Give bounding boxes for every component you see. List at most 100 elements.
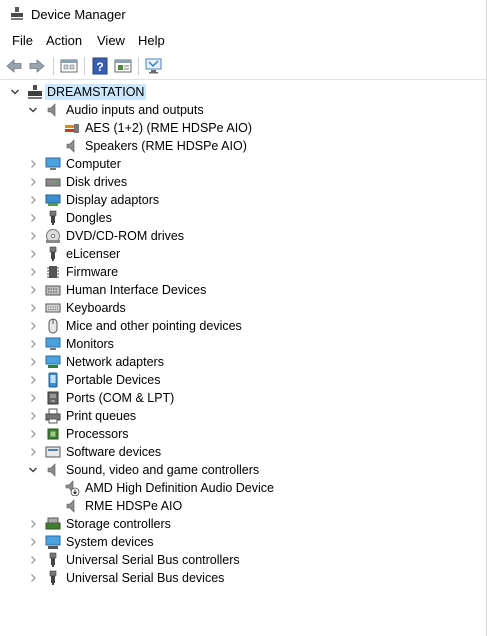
tree-root-row[interactable]: DREAMSTATION [0, 83, 470, 101]
monitor-icon [45, 337, 61, 350]
chevron-right-icon[interactable] [27, 266, 39, 278]
chevron-down-icon[interactable] [27, 464, 39, 476]
usb-plug-icon [49, 552, 57, 567]
tree-category-label: Firmware [66, 265, 119, 279]
tree-category-label: Network adapters [66, 355, 164, 369]
firmware-chip-icon [47, 266, 59, 278]
tree-category-label: Print queues [66, 409, 137, 423]
properties-icon[interactable] [59, 56, 79, 76]
tree-category-row[interactable]: Universal Serial Bus devices [0, 569, 470, 587]
scan-hardware-icon[interactable] [144, 56, 164, 76]
chevron-right-icon[interactable] [27, 446, 39, 458]
menu-view[interactable]: View [96, 33, 126, 48]
tree-device-row[interactable]: AMD High Definition Audio Device [0, 479, 470, 497]
network-adapter-icon [45, 355, 61, 368]
toolbar-separator [84, 57, 85, 75]
tree-device-row[interactable]: RME HDSPe AIO [0, 497, 470, 515]
chevron-right-icon[interactable] [27, 410, 39, 422]
tree-category-row[interactable]: eLicenser [0, 245, 470, 263]
chevron-right-icon[interactable] [27, 392, 39, 404]
tree-category-row[interactable]: Processors [0, 425, 470, 443]
usb-plug-icon [49, 570, 57, 585]
tree-device-row[interactable]: AES (1+2) (RME HDSPe AIO) [0, 119, 470, 137]
chevron-right-icon[interactable] [27, 536, 39, 548]
chevron-right-icon[interactable] [27, 194, 39, 206]
hid-keyboard-icon [45, 285, 61, 296]
menu-help[interactable]: Help [137, 33, 166, 48]
tree-category-row[interactable]: Ports (COM & LPT) [0, 389, 470, 407]
title-bar: Device Manager [0, 0, 487, 30]
toolbar-separator [138, 57, 139, 75]
tree-category-row[interactable]: Disk drives [0, 173, 470, 191]
chevron-right-icon[interactable] [27, 338, 39, 350]
speaker-warning-icon [65, 480, 80, 496]
tree-category-label: System devices [66, 535, 154, 549]
tree-category-label: Universal Serial Bus devices [66, 571, 225, 585]
root-computer-icon [28, 85, 42, 99]
chevron-right-icon[interactable] [27, 302, 39, 314]
tree-category-label: Storage controllers [66, 517, 171, 531]
tree-category-row[interactable]: Firmware [0, 263, 470, 281]
tree-category-row[interactable]: Software devices [0, 443, 470, 461]
tree-category-label: Human Interface Devices [66, 283, 207, 297]
tree-device-label: RME HDSPe AIO [85, 499, 183, 513]
chevron-right-icon[interactable] [27, 320, 39, 332]
tree-category-row[interactable]: Dongles [0, 209, 470, 227]
tree-category-row[interactable]: DVD/CD-ROM drives [0, 227, 470, 245]
computer-icon [45, 157, 61, 170]
tree-category-label: Processors [66, 427, 129, 441]
keyboard-icon [45, 303, 61, 313]
tree-category-row[interactable]: Human Interface Devices [0, 281, 470, 299]
forward-arrow-icon[interactable] [27, 56, 47, 76]
tree-device-label: AES (1+2) (RME HDSPe AIO) [85, 121, 253, 135]
tree-category-row[interactable]: System devices [0, 533, 470, 551]
chevron-right-icon[interactable] [27, 374, 39, 386]
tree-category-label: Universal Serial Bus controllers [66, 553, 240, 567]
tree-category-row[interactable]: Print queues [0, 407, 470, 425]
tree-category-label: Keyboards [66, 301, 126, 315]
chevron-right-icon[interactable] [27, 518, 39, 530]
port-icon [47, 391, 59, 405]
chevron-right-icon[interactable] [27, 248, 39, 260]
chevron-right-icon[interactable] [27, 554, 39, 566]
details-icon[interactable] [113, 56, 133, 76]
toolbar-separator [53, 57, 54, 75]
tree-category-row[interactable]: Network adapters [0, 353, 470, 371]
chevron-right-icon[interactable] [27, 428, 39, 440]
tree-category-label: Sound, video and game controllers [66, 463, 260, 477]
tree-category-row[interactable]: Display adaptors [0, 191, 470, 209]
tree-category-row[interactable]: Portable Devices [0, 371, 470, 389]
tree-category-row[interactable]: Universal Serial Bus controllers [0, 551, 470, 569]
chevron-right-icon[interactable] [27, 176, 39, 188]
help-icon[interactable]: ? [90, 56, 110, 76]
tree-device-row[interactable]: Speakers (RME HDSPe AIO) [0, 137, 470, 155]
chevron-right-icon[interactable] [27, 284, 39, 296]
chevron-right-icon[interactable] [27, 356, 39, 368]
chevron-down-icon[interactable] [9, 86, 21, 98]
tree-category-row[interactable]: Sound, video and game controllers [0, 461, 470, 479]
device-tree[interactable]: DREAMSTATION Audio inputs and outputs AES … [0, 82, 487, 636]
tree-category-label: Mice and other pointing devices [66, 319, 242, 333]
tree-category-label: eLicenser [66, 247, 121, 261]
portable-device-icon [48, 372, 58, 388]
tree-category-row[interactable]: Monitors [0, 335, 470, 353]
toolbar: ? [0, 52, 487, 80]
tree-category-row[interactable]: Mice and other pointing devices [0, 317, 470, 335]
storage-controller-icon [45, 517, 61, 530]
menu-file[interactable]: File [11, 33, 34, 48]
menu-action[interactable]: Action [45, 33, 83, 48]
tree-category-row[interactable]: Keyboards [0, 299, 470, 317]
system-device-icon [45, 535, 61, 549]
chevron-right-icon[interactable] [27, 572, 39, 584]
chevron-down-icon[interactable] [27, 104, 39, 116]
back-arrow-icon[interactable] [4, 56, 24, 76]
tree-category-row[interactable]: Audio inputs and outputs [0, 101, 470, 119]
tree-category-row[interactable]: Storage controllers [0, 515, 470, 533]
chevron-right-icon[interactable] [27, 212, 39, 224]
tree-category-row[interactable]: Computer [0, 155, 470, 173]
display-adapter-icon [45, 194, 61, 206]
chevron-right-icon[interactable] [27, 230, 39, 242]
svg-text:?: ? [96, 60, 103, 74]
chevron-right-icon[interactable] [27, 158, 39, 170]
menu-bar: File Action View Help [0, 30, 487, 52]
